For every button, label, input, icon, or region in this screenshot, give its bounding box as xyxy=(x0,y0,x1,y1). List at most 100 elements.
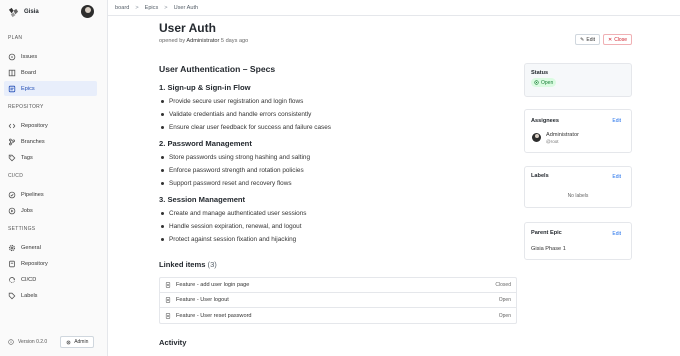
breadcrumb-board[interactable]: board xyxy=(115,5,129,11)
close-icon: ✕ xyxy=(608,36,613,43)
code-icon xyxy=(8,122,16,130)
parent-epic-title: Parent Epic xyxy=(531,230,562,236)
pencil-icon: ✎ xyxy=(580,36,585,43)
user-avatar[interactable] xyxy=(81,5,94,18)
sidebar-item-label: Epics xyxy=(21,85,35,92)
description-list: Create and manage authenticated user ses… xyxy=(159,207,517,246)
sidebar-item-repository[interactable]: Repository xyxy=(4,118,97,133)
open-circle-icon xyxy=(534,80,539,85)
sidebar-item-jobs[interactable]: Jobs xyxy=(4,203,97,218)
status-panel: Status Open xyxy=(524,63,632,97)
sidebar-footer: Version 0.2.0 Admin xyxy=(0,336,107,348)
breadcrumb-separator: > xyxy=(164,4,168,11)
sidebar-item-repository-settings[interactable]: Repository xyxy=(4,256,97,271)
gisia-logo-icon xyxy=(8,7,19,18)
breadcrumb-epics[interactable]: Epics xyxy=(145,5,159,11)
labels-title: Labels xyxy=(531,173,549,179)
linked-item-row[interactable]: Feature - User reset password Open xyxy=(160,308,516,323)
epic-meta: opened by Administrator 5 days ago xyxy=(159,38,248,44)
labels-panel: Labels Edit No labels xyxy=(524,166,632,208)
list-item: Handle session expiration, renewal, and … xyxy=(159,220,517,233)
sidebar-item-labels-settings[interactable]: Labels xyxy=(4,288,97,303)
linked-items-label: Linked items xyxy=(159,260,206,269)
sidebar-item-general-settings[interactable]: General xyxy=(4,240,97,255)
assignees-edit-link[interactable]: Edit xyxy=(612,118,621,124)
parent-epic-panel: Parent Epic Edit Gisia Phase 1 xyxy=(524,222,632,260)
sidebar-item-board[interactable]: Board xyxy=(4,65,97,80)
sidebar-item-tags[interactable]: Tags xyxy=(4,150,97,165)
parent-epic-edit-link[interactable]: Edit xyxy=(612,231,621,237)
epic-description: User Authentication – Specs 1. Sign-up &… xyxy=(159,62,517,246)
sidebar-item-label: Issues xyxy=(21,53,38,60)
description-section-title: 3. Session Management xyxy=(159,195,246,204)
sidebar-item-label: Pipelines xyxy=(21,191,44,198)
sidebar-item-label: Jobs xyxy=(21,207,33,214)
sidebar-item-ci-cd-settings[interactable]: CI/CD xyxy=(4,272,97,287)
sidebar-item-pipelines[interactable]: Pipelines xyxy=(4,187,97,202)
sidebar-item-branches[interactable]: Branches xyxy=(4,134,97,149)
author-link[interactable]: Administrator xyxy=(186,38,219,44)
description-list: Provide secure user registration and log… xyxy=(159,95,517,134)
description-section-title: 1. Sign-up & Sign-in Flow xyxy=(159,83,251,92)
sidebar-section-title: SETTINGS xyxy=(8,226,36,232)
sidebar-section-title: REPOSITORY xyxy=(8,104,44,110)
sidebar-item-issues[interactable]: Issues xyxy=(4,49,97,64)
linked-item-row[interactable]: Feature - User logout Open xyxy=(160,293,516,308)
pipeline-icon xyxy=(8,191,16,199)
sidebar-item-label: CI/CD xyxy=(21,276,37,283)
document-icon xyxy=(165,282,171,288)
label-icon xyxy=(8,292,16,300)
parent-epic-name[interactable]: Gisia Phase 1 xyxy=(531,246,566,252)
assignees-title: Assignees xyxy=(531,118,559,124)
linked-item-state: Open xyxy=(498,312,511,319)
main-content: board > Epics > User Auth User Auth open… xyxy=(108,0,680,356)
status-value: Open xyxy=(541,79,554,86)
sidebar-item-label: Repository xyxy=(21,122,48,129)
sidebar-section-title: PLAN xyxy=(8,35,23,41)
breadcrumb-current: User Auth xyxy=(173,4,199,11)
description-heading: User Authentication – Specs xyxy=(159,64,276,74)
gear-icon xyxy=(8,244,16,252)
assignees-panel: Assignees Edit Administrator @root xyxy=(524,109,632,153)
document-icon xyxy=(165,297,171,303)
repository-settings-icon xyxy=(8,260,16,268)
close-label: Close xyxy=(614,36,627,43)
linked-items-count: (3) xyxy=(207,260,217,269)
version-label: Version 0.2.0 xyxy=(18,339,48,345)
admin-label: Admin xyxy=(74,339,89,345)
list-item: Create and manage authenticated user ses… xyxy=(159,207,517,220)
no-labels-text: No labels xyxy=(567,193,589,199)
edit-button[interactable]: ✎ Edit xyxy=(575,34,600,45)
linked-item-name: Feature - User logout xyxy=(176,297,229,303)
sidebar-item-label: Tags xyxy=(21,154,33,161)
info-icon xyxy=(8,339,14,345)
labels-edit-link[interactable]: Edit xyxy=(612,174,621,180)
board-icon xyxy=(8,69,16,77)
linked-item-state: Closed xyxy=(495,282,511,288)
brand: Gisia xyxy=(0,0,107,24)
app-name: Gisia xyxy=(24,9,39,15)
header-actions: ✎ Edit ✕ Close xyxy=(575,34,632,45)
close-button[interactable]: ✕ Close xyxy=(603,34,632,45)
sidebar-item-label: Branches xyxy=(21,138,45,145)
linked-item-row[interactable]: Feature - add user login page Closed xyxy=(160,278,516,293)
document-icon xyxy=(165,312,171,319)
sidebar-item-label: Labels xyxy=(21,292,38,299)
list-item: Protect against session fixation and hij… xyxy=(159,233,517,246)
sidebar-item-label: Repository xyxy=(21,260,48,267)
activity-title: Activity xyxy=(159,338,187,347)
list-item: Enforce password strength and rotation p… xyxy=(159,164,517,177)
assignee[interactable]: Administrator @root xyxy=(532,132,579,144)
sidebar-nav: PLAN Issues Board Epics REPOSITORY Repository… xyxy=(0,35,107,303)
sidebar-item-epics[interactable]: Epics xyxy=(4,81,97,96)
sidebar: Gisia PLAN Issues Board Epics REPOSITORY Repo… xyxy=(0,0,108,356)
status-badge: Open xyxy=(531,78,557,87)
sidebar-item-label: Board xyxy=(21,69,36,76)
linked-item-name: Feature - User reset password xyxy=(176,312,252,319)
linked-item-state: Open xyxy=(498,297,511,303)
epics-icon xyxy=(8,85,16,93)
list-item: Validate credentials and handle errors c… xyxy=(159,108,517,121)
breadcrumb: board > Epics > User Auth xyxy=(108,0,680,16)
admin-button[interactable]: Admin xyxy=(60,336,95,348)
list-item: Ensure clear user feedback for success a… xyxy=(159,121,517,134)
